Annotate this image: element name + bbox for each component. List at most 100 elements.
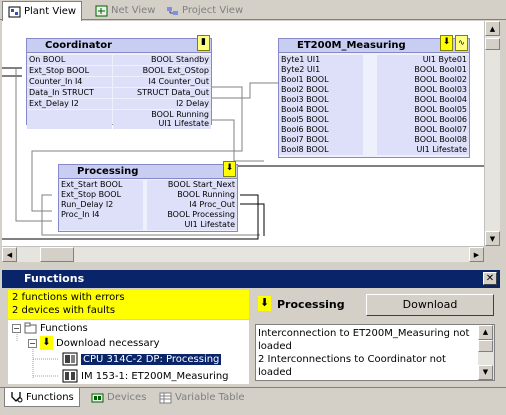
output-port-label[interactable]: I4 Proc_Out [147,200,237,210]
tree-label: Download necessary [56,337,160,349]
input-port-label[interactable]: Data_In STRUCT [27,88,112,98]
output-port-label[interactable]: BOOL Bool05 [377,105,469,115]
output-port-label[interactable]: BOOL Bool04 [377,95,469,105]
output-port-label[interactable]: BOOL Bool01 [377,65,469,75]
tab-plant-view[interactable]: Plant View [2,1,83,21]
scroll-down-icon[interactable]: ▼ [485,231,500,246]
input-port-label[interactable]: Ext_Stop BOOL [27,66,112,76]
collapse-icon[interactable]: − [28,338,37,348]
tab-functions[interactable]: Functions [4,388,80,407]
scroll-up-icon[interactable]: ▲ [478,325,493,340]
input-port-label[interactable]: Bool6 BOOL [279,125,363,135]
scroll-thumb[interactable] [485,38,500,50]
tab-project-view[interactable]: Project View [161,1,248,20]
block-title: Coordinator [27,39,211,53]
input-port-label[interactable]: Byte1 UI1 [279,55,363,65]
status-flag-icon: ▮ [197,35,210,51]
close-icon[interactable]: ✕ [483,272,497,285]
coordinator-block[interactable]: Coordinator ▮ On BOOL BOOL Standby Ext_S… [26,35,212,129]
output-port-label[interactable]: I4 Counter_Out [113,77,211,87]
input-port-label [59,220,143,230]
output-port-label[interactable]: BOOL Ext_OStop [113,66,211,76]
output-port-label[interactable]: UI1 Lifestate [113,119,211,129]
output-port-label[interactable]: UI1 Lifestate [147,220,237,230]
input-port-label[interactable]: On BOOL [27,55,112,65]
input-port-label [27,119,112,129]
tree-item-cpu-processing[interactable]: CPU 314C-2 DP: Processing [62,352,222,366]
download-arrow-icon: ⬇ [40,336,53,350]
scroll-thumb[interactable] [478,340,493,352]
scroll-thumb[interactable] [40,247,74,262]
processing-block[interactable]: Processing ⬇ Ext_Start BOOL BOOL Start_Ne… [58,161,238,232]
download-button[interactable]: Download [366,294,494,316]
output-port-label[interactable]: I2 Delay [113,99,211,109]
folder-icon [24,322,37,334]
tab-label: Variable Table [175,392,245,403]
tab-devices[interactable]: Devices [86,388,151,407]
input-port-label[interactable]: Counter_In I4 [27,77,112,87]
view-tab-bar: Plant View Net View Project View [0,0,506,21]
devices-icon [91,393,104,402]
output-port-label[interactable]: BOOL Start_Next [147,180,237,190]
messages-scrollbar[interactable]: ▲ ▼ [478,325,494,380]
input-port-label[interactable]: Bool5 BOOL [279,115,363,125]
canvas-horizontal-scrollbar[interactable]: ◀ ▶ [2,246,484,262]
functions-tree[interactable]: − Functions − ⬇ Download necessary CPU 3… [8,320,249,384]
download-arrow-icon: ⬇ [440,35,453,51]
error-line: 2 functions with errors [12,292,125,303]
output-port-label[interactable]: BOOL Running [147,190,237,200]
output-port-label[interactable]: BOOL Standby [113,55,211,65]
input-port-label[interactable]: Ext_Delay I2 [27,99,112,109]
scroll-down-icon[interactable]: ▼ [478,365,493,380]
tree-label: Functions [40,322,88,334]
input-port-label[interactable]: Bool8 BOOL [279,145,363,155]
function-detail-panel: ⬇ Processing Download Interconnection to… [255,290,499,384]
output-port-label[interactable]: BOOL Bool08 [377,135,469,145]
tab-variable-table[interactable]: Variable Table [154,388,250,407]
input-port-label[interactable]: Bool2 BOOL [279,85,363,95]
input-port-label[interactable]: Proc_In I4 [59,210,143,220]
error-line: 2 devices with faults [12,305,116,316]
output-port-label[interactable]: BOOL Bool02 [377,75,469,85]
message-line: Interconnection to ET200M_Measuring not … [258,328,470,352]
output-port-label[interactable]: BOOL Bool07 [377,125,469,135]
scroll-right-icon[interactable]: ▶ [469,247,484,262]
block-row: Ext_Delay I2 I2 Delay [27,99,211,110]
input-port-label[interactable]: Bool3 BOOL [279,95,363,105]
scroll-up-icon[interactable]: ▲ [485,21,500,36]
plant-view-canvas[interactable]: Coordinator ▮ On BOOL BOOL Standby Ext_S… [2,21,484,246]
output-port-label[interactable]: BOOL Processing [147,210,237,220]
input-port-label[interactable]: Byte2 UI1 [279,65,363,75]
block-row: Data_In STRUCT STRUCT Data_Out [27,88,211,99]
scroll-left-icon[interactable]: ◀ [2,247,17,262]
tree-node-functions[interactable]: − Functions [12,321,88,335]
tree-label: IM 153-1: ET200M_Measuring [81,370,229,382]
tab-label: Devices [107,392,147,403]
net-view-icon [95,5,108,16]
input-port-label[interactable]: Bool7 BOOL [279,135,363,145]
output-port-label[interactable]: BOOL Bool06 [377,115,469,125]
output-port-label[interactable]: BOOL Bool03 [377,85,469,95]
io-device-icon [62,369,78,383]
output-port-label[interactable]: STRUCT Data_Out [113,88,211,98]
input-port-label[interactable]: Ext_Stop BOOL [59,190,143,200]
tree-item-im-et200m[interactable]: IM 153-1: ET200M_Measuring [62,369,229,383]
download-arrow-icon: ⬇ [223,161,236,177]
input-port-label[interactable]: Bool4 BOOL [279,105,363,115]
block-title: Processing [59,165,237,179]
scrollbar-corner [484,246,500,262]
plant-view-icon [8,6,21,17]
collapse-icon[interactable]: − [12,323,21,333]
et200m-measuring-block[interactable]: ET200M_Measuring ⬇ ∿ Byte1 UI1 UI1 Byte01… [278,35,470,158]
output-port-label[interactable]: UI1 Byte01 [377,55,469,65]
tab-label: Net View [111,5,156,16]
tab-net-view[interactable]: Net View [90,1,160,20]
output-port-label[interactable]: UI1 Lifestate [377,145,469,155]
input-port-label[interactable]: Run_Delay I2 [59,200,143,210]
tree-node-download-necessary[interactable]: − ⬇ Download necessary [28,336,160,350]
block-row: Bool8 BOOL UI1 Lifestate [279,145,469,156]
canvas-vertical-scrollbar[interactable]: ▲ ▼ [484,21,500,246]
input-port-label[interactable]: Bool1 BOOL [279,75,363,85]
input-port-label[interactable]: Ext_Start BOOL [59,180,143,190]
panel-title: Functions [24,272,85,285]
